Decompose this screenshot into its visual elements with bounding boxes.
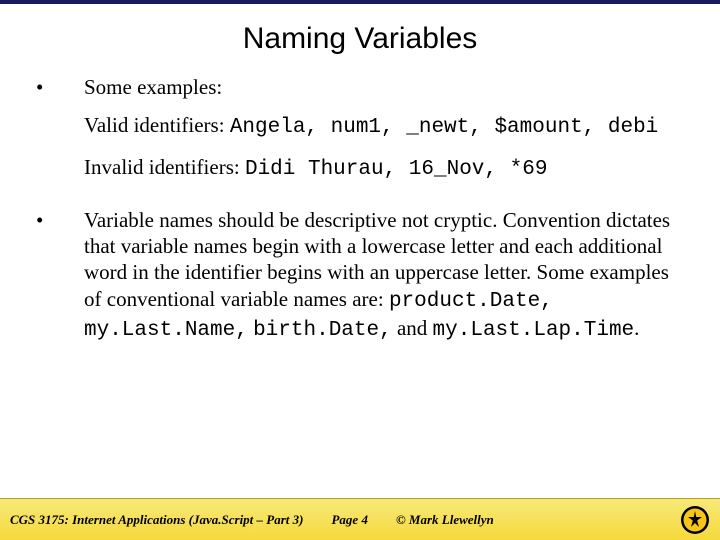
invalid-identifiers-line: Invalid identifiers: Didi Thurau, 16_Nov…: [84, 154, 684, 183]
valid-identifiers-line: Valid identifiers: Angela, num1, _newt, …: [84, 112, 684, 141]
naming-convention-paragraph: Variable names should be descriptive not…: [84, 207, 684, 344]
slide-footer: CGS 3175: Internet Applications (Java.Sc…: [0, 498, 720, 540]
bullet-1-body: Some examples: Valid identifiers: Angela…: [84, 74, 684, 195]
slide-content: • Some examples: Valid identifiers: Ange…: [0, 74, 720, 356]
bullet-2-body: Variable names should be descriptive not…: [84, 207, 684, 356]
bullet-2: • Variable names should be descriptive n…: [36, 207, 684, 356]
example-code-4: my.Last.Lap.Time: [433, 319, 635, 342]
top-border: [0, 0, 720, 4]
example-code-3: birth.Date,: [253, 319, 392, 342]
example-code-1: product.Date,: [389, 290, 553, 313]
footer-copyright: © Mark Llewellyn: [396, 512, 680, 528]
footer-page: Page 4: [331, 512, 395, 528]
bullet-mark: •: [36, 74, 84, 195]
bullet-1: • Some examples: Valid identifiers: Ange…: [36, 74, 684, 195]
period: .: [634, 316, 639, 340]
ucf-logo-icon: [680, 505, 710, 535]
invalid-label: Invalid identifiers:: [84, 155, 245, 179]
examples-intro: Some examples:: [84, 74, 684, 100]
convention-text: Variable names should be descriptive not…: [84, 208, 670, 311]
bullet-mark: •: [36, 207, 84, 356]
valid-code: Angela, num1, _newt, $amount, debi: [230, 116, 658, 139]
invalid-code: Didi Thurau, 16_Nov, *69: [245, 158, 547, 181]
example-code-2: my.Last.Name,: [84, 319, 248, 342]
slide-title: Naming Variables: [0, 0, 720, 74]
valid-label: Valid identifiers:: [84, 113, 230, 137]
and-text: and: [397, 316, 433, 340]
footer-course: CGS 3175: Internet Applications (Java.Sc…: [10, 512, 331, 528]
